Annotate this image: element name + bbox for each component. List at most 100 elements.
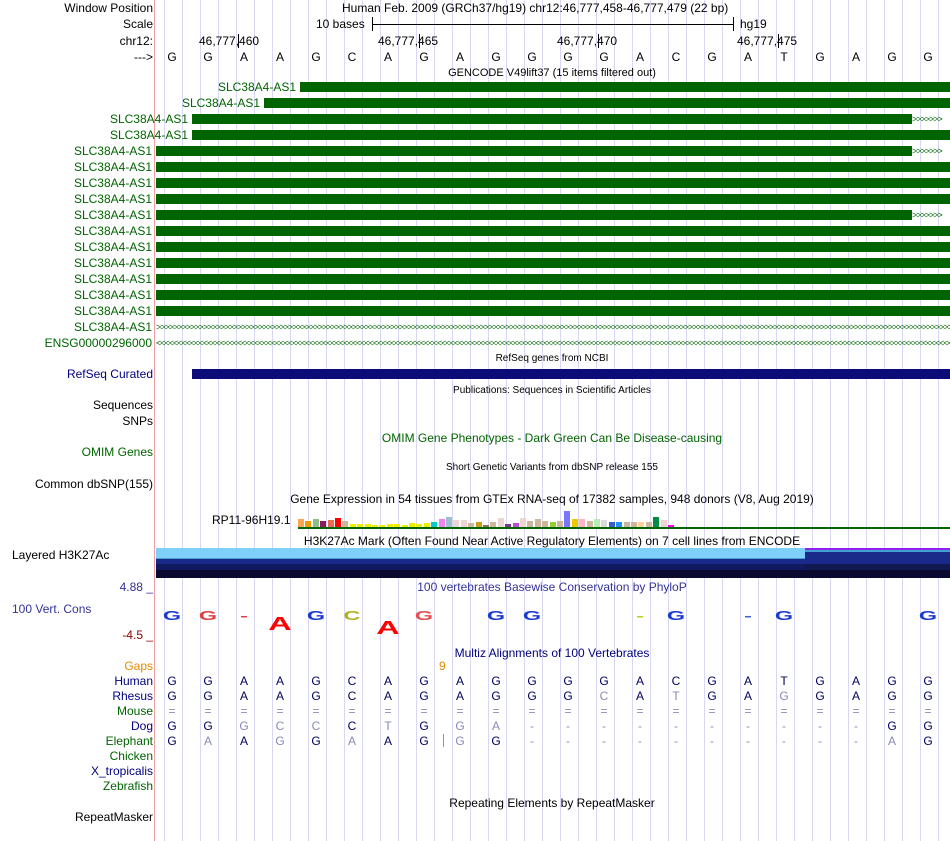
aligned-base: G [167, 689, 177, 703]
refseq-title[interactable]: RefSeq genes from NCBI [496, 352, 609, 366]
snps-label[interactable]: SNPs [122, 414, 153, 428]
gtex-title[interactable]: Gene Expression in 54 tissues from GTEx … [290, 492, 814, 506]
gene-label[interactable]: SLC38A4-AS1 [74, 208, 152, 222]
gtex-tissue-bar[interactable] [571, 519, 578, 527]
gene-label[interactable]: SLC38A4-AS1 [74, 304, 152, 318]
dbsnp-label[interactable]: Common dbSNP(155) [35, 477, 153, 491]
species-label[interactable]: Dog [131, 719, 153, 733]
gencode-title[interactable]: GENCODE V49lift37 (15 items filtered out… [448, 66, 656, 80]
refseq-label[interactable]: RefSeq Curated [67, 367, 153, 381]
strand-label[interactable]: ---> [134, 50, 153, 64]
gene-label[interactable]: SLC38A4-AS1 [74, 256, 152, 270]
species-label[interactable]: Elephant [106, 734, 153, 748]
gtex-tissue-bar[interactable] [497, 518, 504, 527]
publications-title[interactable]: Publications: Sequences in Scientific Ar… [453, 384, 651, 398]
gene-label[interactable]: SLC38A4-AS1 [218, 80, 296, 94]
species-label[interactable]: X_tropicalis [91, 764, 153, 778]
scale-label[interactable]: Scale [123, 17, 153, 31]
gtex-tissue-bar[interactable] [594, 519, 600, 527]
gene-exon-bar[interactable] [192, 114, 912, 124]
gene-exon-bar[interactable] [156, 258, 950, 268]
gene-exon-bar[interactable] [156, 290, 950, 300]
aligned-base: C [671, 674, 681, 688]
gene-label[interactable]: SLC38A4-AS1 [110, 128, 188, 142]
gtex-tissue-bar[interactable] [453, 520, 460, 527]
intron-line-arrows[interactable]: <<<<<<<<<<<<<<<<<<<<<<<<<<<<<<<<<<<<<<<<… [156, 337, 950, 349]
position-tick-label: 46,777,470 [557, 34, 618, 48]
genome-browser-image[interactable]: Window Position Human Feb. 2009 (GRCh37/… [0, 0, 950, 841]
gtex-tissue-bar[interactable] [312, 519, 319, 527]
gene-exon-bar[interactable] [156, 226, 950, 236]
gene-exon-bar[interactable] [264, 98, 950, 108]
aligned-base: G [707, 674, 717, 688]
species-label[interactable]: Human [114, 674, 153, 688]
repeatmasker-label[interactable]: RepeatMasker [75, 810, 153, 824]
intron-line-arrows[interactable]: >>>>>>>>>>>>>>>>>>>>>>>>>>>>>>>>>>>>>>>>… [156, 321, 950, 333]
species-label[interactable]: Zebrafish [103, 779, 153, 793]
gene-label[interactable]: SLC38A4-AS1 [74, 176, 152, 190]
gene-exon-bar[interactable] [156, 162, 950, 172]
gene-label[interactable]: SLC38A4-AS1 [74, 192, 152, 206]
gtex-tissue-bar[interactable] [446, 517, 452, 527]
gene-exon-bar[interactable] [156, 242, 950, 252]
position-tick [598, 34, 599, 48]
aligned-base: A [851, 689, 860, 703]
gene-exon-bar[interactable] [192, 130, 950, 140]
h3k27ac-label[interactable]: Layered H3K27Ac [12, 548, 109, 562]
strand-arrows: >>>>>>> [912, 210, 943, 220]
aligned-base: G [311, 674, 321, 688]
dbsnp-title[interactable]: Short Genetic Variants from dbSNP releas… [446, 461, 658, 475]
gene-label[interactable]: ENSG00000296000 [45, 336, 152, 350]
gene-exon-bar[interactable] [156, 178, 950, 188]
gtex-tissue-bar[interactable] [460, 520, 467, 527]
gtex-tissue-bar[interactable] [601, 520, 608, 527]
gene-label[interactable]: SLC38A4-AS1 [74, 224, 152, 238]
gene-label[interactable]: SLC38A4-AS1 [110, 112, 188, 126]
gtex-tissue-bar[interactable] [438, 519, 445, 527]
aligned-base: - [530, 734, 534, 748]
phylop-label[interactable]: 100 Vert. Cons [12, 602, 91, 616]
gene-label[interactable]: SLC38A4-AS1 [74, 288, 152, 302]
gtex-tissue-bar[interactable] [520, 518, 526, 527]
aligned-base: = [564, 704, 572, 718]
gene-exon-bar[interactable] [300, 82, 950, 92]
gene-label[interactable]: SLC38A4-AS1 [74, 160, 152, 174]
multiz-title[interactable]: Multiz Alignments of 100 Vertebrates [455, 646, 650, 660]
species-label[interactable]: Rhesus [112, 689, 153, 703]
gene-label[interactable]: SLC38A4-AS1 [182, 96, 260, 110]
gene-exon-bar[interactable] [156, 194, 950, 204]
sequences-label[interactable]: Sequences [93, 398, 153, 412]
gene-label[interactable]: SLC38A4-AS1 [74, 240, 152, 254]
aligned-base: A [275, 674, 284, 688]
refseq-gene-bar[interactable] [192, 369, 950, 379]
sequence-base: A [239, 50, 248, 64]
gtex-tissue-bar[interactable] [327, 520, 334, 527]
gtex-tissue-bar[interactable] [335, 518, 341, 527]
gene-exon-bar[interactable] [156, 146, 912, 156]
aligned-base: G [203, 689, 213, 703]
gene-exon-bar[interactable] [156, 306, 950, 316]
h3k27ac-title[interactable]: H3K27Ac Mark (Often Found Near Active Re… [304, 534, 800, 548]
phylop-title[interactable]: 100 vertebrates Basewise Conservation by… [417, 580, 686, 594]
gene-label[interactable]: SLC38A4-AS1 [74, 320, 152, 334]
sequence-base: G [887, 50, 897, 64]
gtex-tissue-bar[interactable] [298, 519, 304, 527]
aligned-base: G [311, 689, 321, 703]
gtex-tissue-bar[interactable] [564, 511, 571, 527]
gtex-gene-label[interactable]: RP11-96H19.1 [212, 513, 291, 527]
omim-title[interactable]: OMIM Gene Phenotypes - Dark Green Can Be… [382, 431, 722, 445]
gtex-tissue-bar[interactable] [653, 517, 660, 527]
repeatmasker-title[interactable]: Repeating Elements by RepeatMasker [449, 796, 654, 810]
gtex-tissue-bar[interactable] [534, 519, 541, 527]
gene-label[interactable]: SLC38A4-AS1 [74, 144, 152, 158]
species-label[interactable]: Mouse [117, 704, 153, 718]
species-label[interactable]: Chicken [110, 749, 153, 763]
gene-exon-bar[interactable] [156, 274, 950, 284]
aligned-base: G [779, 689, 789, 703]
gtex-tissue-bar[interactable] [579, 519, 586, 527]
aligned-base: G [815, 689, 825, 703]
gtex-tissue-bar[interactable] [660, 520, 667, 527]
gene-label[interactable]: SLC38A4-AS1 [74, 272, 152, 286]
omim-label[interactable]: OMIM Genes [82, 445, 153, 459]
gene-exon-bar[interactable] [156, 210, 912, 220]
